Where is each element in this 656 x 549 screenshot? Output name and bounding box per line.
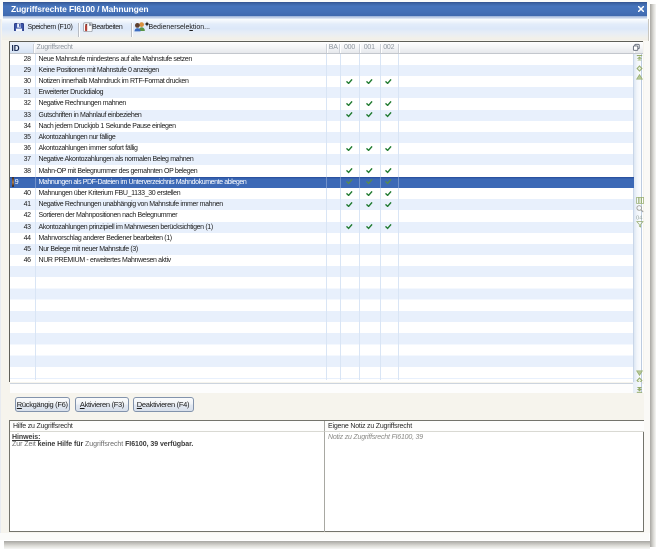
svg-text:04: 04 [636,215,643,220]
